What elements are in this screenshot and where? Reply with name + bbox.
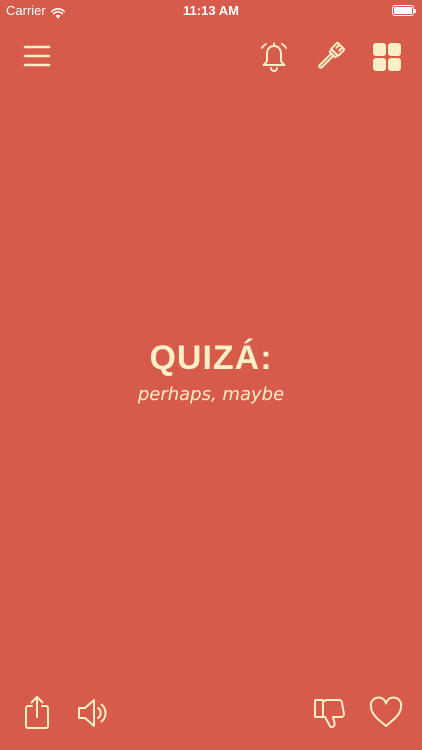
dislike-button[interactable] <box>311 693 349 733</box>
battery-icon <box>392 5 416 16</box>
speaker-icon <box>78 699 107 727</box>
hamburger-menu-icon <box>23 45 51 67</box>
menu-button[interactable] <box>20 41 54 71</box>
like-button[interactable] <box>366 694 406 732</box>
bell-icon <box>261 42 287 72</box>
word-title: QUIZÁ: <box>149 339 273 377</box>
status-bar: Carrier 11:13 AM <box>0 0 422 22</box>
heart-icon <box>369 696 403 727</box>
word-card: QUIZÁ: perhaps, maybe <box>0 336 422 407</box>
thumbs-down-icon <box>314 699 345 728</box>
pronounce-button[interactable] <box>74 694 110 732</box>
categories-button[interactable] <box>369 39 405 75</box>
share-button[interactable] <box>20 692 54 732</box>
notifications-button[interactable] <box>256 39 292 75</box>
theme-button[interactable] <box>312 39 348 75</box>
share-icon <box>25 696 49 729</box>
paint-brush-icon <box>318 41 346 69</box>
grid-icon <box>373 43 401 71</box>
status-time: 11:13 AM <box>183 3 239 18</box>
word-translation: perhaps, maybe <box>137 384 285 405</box>
